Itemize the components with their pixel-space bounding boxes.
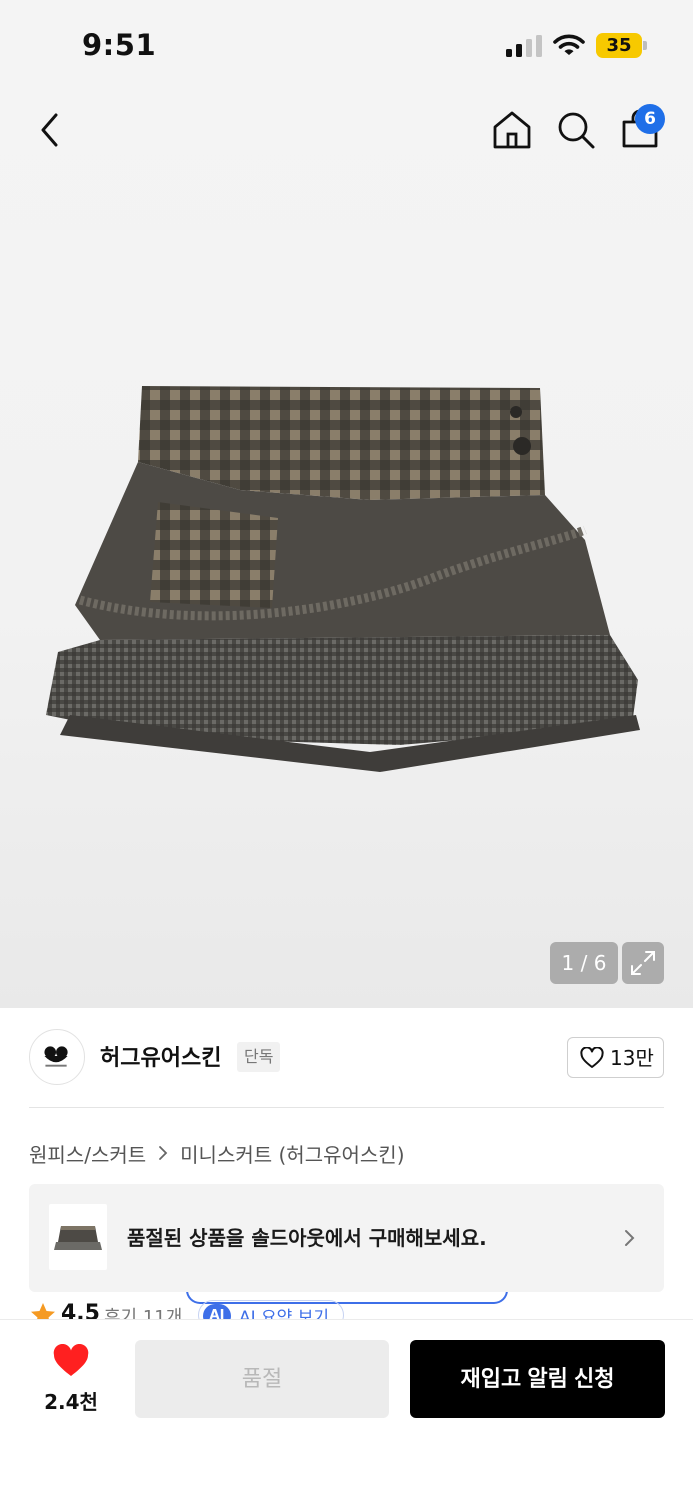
- wishlist-count: 2.4천: [44, 1390, 98, 1414]
- battery-cap: [643, 41, 647, 50]
- star-icon: [31, 1303, 55, 1319]
- brand-like-button[interactable]: 13만: [567, 1037, 664, 1078]
- search-icon[interactable]: [554, 108, 598, 152]
- banner-thumbnail: [49, 1204, 107, 1270]
- ai-summary-button[interactable]: AI AI 요약 보기: [198, 1300, 344, 1319]
- expand-button[interactable]: [622, 942, 664, 984]
- wishlist-button[interactable]: 2.4천: [32, 1342, 110, 1414]
- battery-level: 35: [606, 35, 632, 56]
- status-bar: 9:51 35: [0, 0, 693, 90]
- chevron-right-icon: [625, 1230, 635, 1246]
- battery-indicator: 35: [596, 33, 648, 58]
- breadcrumb-subcategory[interactable]: 미니스커트 (허그유어스킨): [180, 1139, 404, 1168]
- breadcrumb: 원피스/스커트 미니스커트 (허그유어스킨): [29, 1138, 405, 1168]
- brand-like-count: 13만: [610, 1046, 654, 1070]
- home-icon[interactable]: [490, 108, 534, 152]
- heart-outline-icon: [580, 1047, 604, 1068]
- review-count[interactable]: 후기 11개: [104, 1303, 182, 1319]
- status-time: 9:51: [82, 28, 157, 62]
- expand-icon: [631, 951, 655, 975]
- back-arrow-icon[interactable]: [30, 108, 70, 152]
- exclusive-tag: 단독: [237, 1042, 281, 1072]
- wifi-icon: [553, 34, 585, 55]
- cart-count-badge: 6: [635, 104, 665, 134]
- soldout-banner[interactable]: 품절된 상품을 솔드아웃에서 구매해보세요.: [29, 1184, 664, 1292]
- breadcrumb-category[interactable]: 원피스/스커트: [29, 1139, 146, 1168]
- rating-row: 4.5 후기 11개 AI AI 요약 보기: [0, 1292, 693, 1319]
- brand-logo-mark: [44, 1046, 68, 1067]
- banner-text: 품절된 상품을 솔드아웃에서 구매해보세요.: [127, 1226, 487, 1250]
- ai-summary-label: AI 요약 보기: [239, 1308, 330, 1319]
- restock-alert-button[interactable]: 재입고 알림 신청: [410, 1340, 665, 1418]
- ai-badge: AI: [203, 1304, 231, 1319]
- chevron-right-icon: [159, 1146, 168, 1160]
- rating-score: 4.5: [61, 1301, 100, 1319]
- product-gallery[interactable]: 9:51 35 6 1 / 6: [0, 0, 693, 1008]
- product-image: [46, 386, 640, 772]
- heart-filled-icon: [53, 1344, 89, 1376]
- brand-logo[interactable]: [29, 1029, 85, 1085]
- banner-thumbnail-image: [54, 1226, 102, 1250]
- soldout-button: 품절: [135, 1340, 389, 1418]
- cellular-signal-icon: [506, 35, 542, 57]
- divider: [29, 1107, 664, 1108]
- brand-name[interactable]: 허그유어스킨: [100, 1040, 221, 1072]
- image-pager: 1 / 6: [550, 942, 618, 984]
